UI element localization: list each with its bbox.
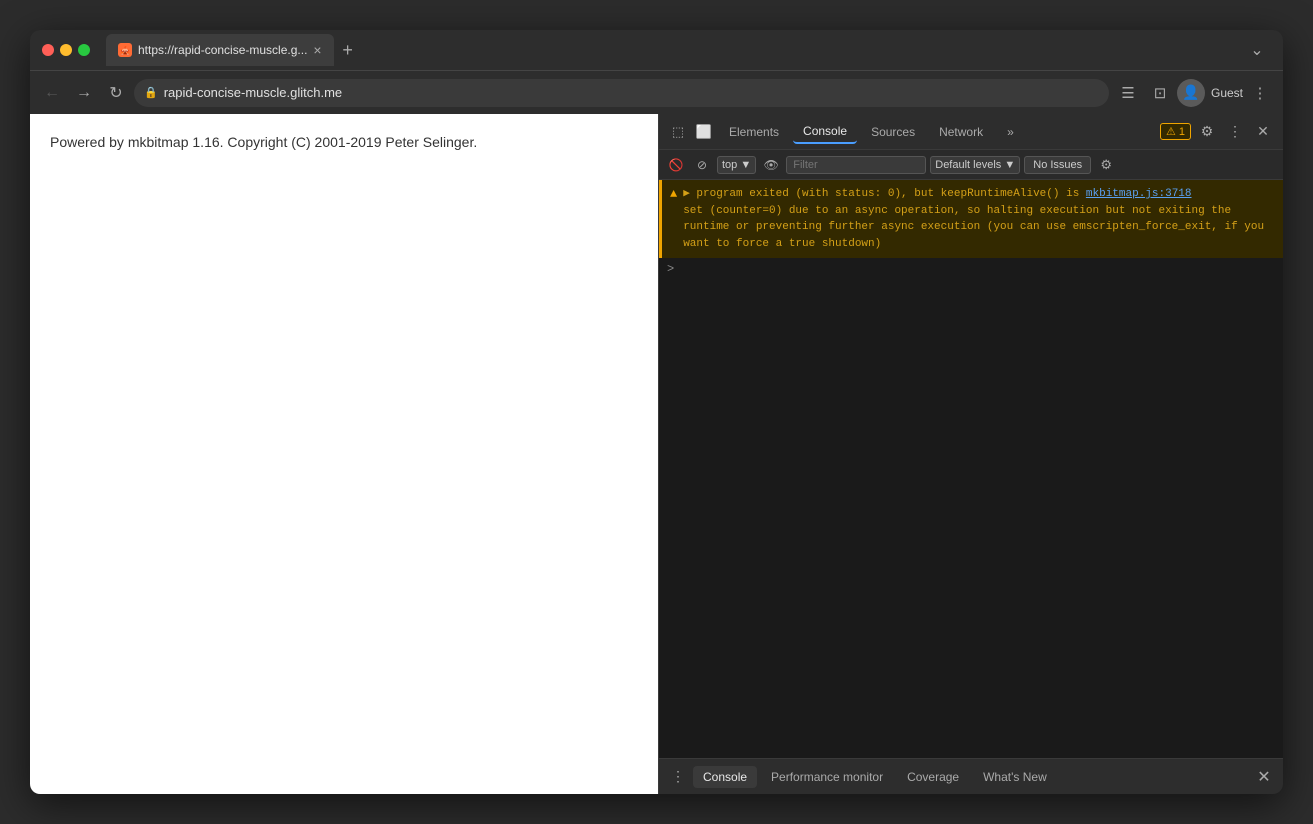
address-bar-actions: ☰ ⊡ 👤 Guest ⋮	[1113, 78, 1275, 108]
warning-badge-icon: ⚠	[1166, 125, 1176, 138]
device-toggle-button[interactable]: ⬜	[693, 121, 715, 143]
inspect-element-button[interactable]: ⬚	[667, 121, 689, 143]
warning-link[interactable]: mkbitmap.js:3718	[1086, 188, 1192, 200]
console-clear-button[interactable]: 🚫	[665, 154, 687, 176]
console-settings-button[interactable]: ⚙	[1095, 154, 1117, 176]
title-bar-controls: ⌄	[1243, 36, 1271, 64]
profile-button[interactable]: 👤	[1177, 79, 1205, 107]
warning-message-content: ▶ program exited (with status: 0), but k…	[683, 186, 1275, 252]
bottom-close-button[interactable]: ✕	[1253, 766, 1275, 788]
devtools-settings-button[interactable]: ⚙	[1195, 120, 1219, 144]
minimize-window-button[interactable]	[60, 44, 72, 56]
new-tab-button[interactable]: +	[334, 36, 362, 64]
url-text: rapid-concise-muscle.glitch.me	[164, 85, 342, 100]
url-bar[interactable]: 🔒 rapid-concise-muscle.glitch.me	[134, 79, 1109, 107]
title-bar-menu-button[interactable]: ⌄	[1243, 36, 1271, 64]
levels-arrow-icon: ▼	[1004, 159, 1015, 171]
warning-badge[interactable]: ⚠ 1	[1160, 123, 1191, 140]
tab-favicon-icon: 🎪	[118, 43, 132, 57]
bookmarks-button[interactable]: ☰	[1113, 78, 1143, 108]
console-issues-badge[interactable]: No Issues	[1024, 156, 1091, 174]
tab-bar: 🎪 https://rapid-concise-muscle.g... × +	[106, 34, 667, 66]
console-output: ▲ ▶ program exited (with status: 0), but…	[659, 180, 1283, 758]
prompt-arrow-icon: >	[667, 262, 674, 276]
tab-search-button[interactable]: ⊡	[1145, 78, 1175, 108]
webpage: Powered by mkbitmap 1.16. Copyright (C) …	[30, 114, 658, 794]
bottom-tab-performance-monitor[interactable]: Performance monitor	[761, 766, 893, 788]
levels-label: Default levels	[935, 159, 1001, 171]
console-filter-icon: ⊘	[691, 154, 713, 176]
devtools-panel: ⬚ ⬜ Elements Console Sources Network » ⚠…	[658, 114, 1283, 794]
bottom-tab-console[interactable]: Console	[693, 766, 757, 788]
console-levels-select[interactable]: Default levels ▼	[930, 156, 1020, 174]
devtools-toolbar: ⬚ ⬜ Elements Console Sources Network » ⚠…	[659, 114, 1283, 150]
console-eye-button[interactable]: 👁	[760, 154, 782, 176]
tab-sources[interactable]: Sources	[861, 121, 925, 143]
webpage-content: Powered by mkbitmap 1.16. Copyright (C) …	[50, 134, 638, 150]
bottom-tab-whats-new[interactable]: What's New	[973, 766, 1057, 788]
console-prompt: >	[659, 258, 1283, 280]
address-bar: ← → ↻ 🔒 rapid-concise-muscle.glitch.me ☰…	[30, 70, 1283, 114]
warning-text-body: set (counter=0) due to an async operatio…	[683, 205, 1264, 250]
lock-icon: 🔒	[144, 86, 158, 99]
warning-triangle-icon: ▲	[670, 187, 677, 201]
context-label: top	[722, 159, 737, 171]
context-arrow-icon: ▼	[740, 159, 751, 171]
tab-console[interactable]: Console	[793, 120, 857, 144]
close-window-button[interactable]	[42, 44, 54, 56]
browser-window: 🎪 https://rapid-concise-muscle.g... × + …	[30, 30, 1283, 794]
bottom-tab-coverage[interactable]: Coverage	[897, 766, 969, 788]
more-options-button[interactable]: ⋮	[1245, 78, 1275, 108]
forward-button[interactable]: →	[70, 79, 98, 107]
tab-more[interactable]: »	[997, 121, 1024, 143]
warning-text-prefix: ▶ program exited (with status: 0), but k…	[683, 188, 1086, 200]
title-bar: 🎪 https://rapid-concise-muscle.g... × + …	[30, 30, 1283, 70]
back-button[interactable]: ←	[38, 79, 66, 107]
warning-badge-count: 1	[1179, 126, 1185, 138]
tab-elements[interactable]: Elements	[719, 121, 789, 143]
maximize-window-button[interactable]	[78, 44, 90, 56]
devtools-more-button[interactable]: ⋮	[1223, 120, 1247, 144]
content-area: Powered by mkbitmap 1.16. Copyright (C) …	[30, 114, 1283, 794]
browser-tab[interactable]: 🎪 https://rapid-concise-muscle.g... ×	[106, 34, 334, 66]
profile-label: Guest	[1211, 86, 1243, 100]
tab-title: https://rapid-concise-muscle.g...	[138, 43, 307, 57]
refresh-button[interactable]: ↻	[102, 79, 130, 107]
console-toolbar: 🚫 ⊘ top ▼ 👁 Default levels ▼ No Issues ⚙	[659, 150, 1283, 180]
console-warning-message: ▲ ▶ program exited (with status: 0), but…	[659, 180, 1283, 258]
devtools-inspect-icons: ⬚ ⬜	[667, 121, 715, 143]
devtools-bottom-bar: ⋮ Console Performance monitor Coverage W…	[659, 758, 1283, 794]
tab-close-button[interactable]: ×	[313, 43, 321, 57]
bottom-dots-button[interactable]: ⋮	[667, 766, 689, 788]
tab-network[interactable]: Network	[929, 121, 993, 143]
console-context-select[interactable]: top ▼	[717, 156, 756, 174]
traffic-lights	[42, 44, 90, 56]
devtools-close-button[interactable]: ✕	[1251, 120, 1275, 144]
console-filter-input[interactable]	[786, 156, 926, 174]
